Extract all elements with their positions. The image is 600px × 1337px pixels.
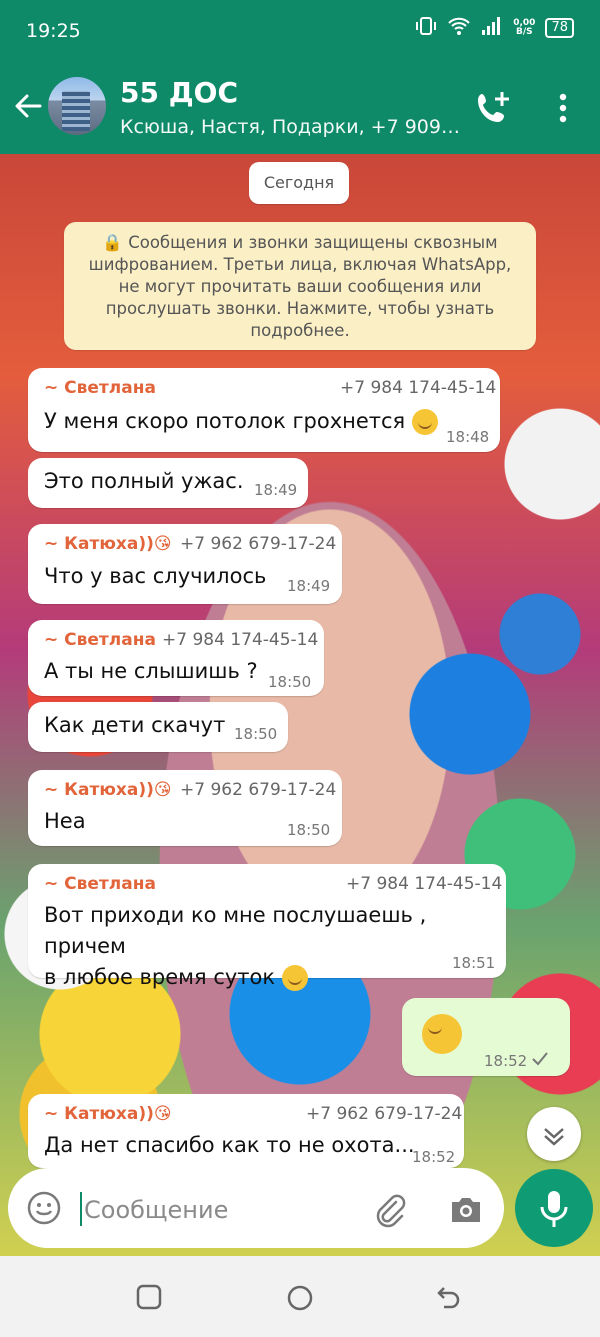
system-navigation-bar — [0, 1256, 600, 1337]
camera-icon[interactable] — [446, 1190, 486, 1230]
message-text-line: в любое время суток — [44, 965, 276, 989]
message-phone: +7 984 174-45-14 — [346, 874, 503, 894]
sent-check-icon — [532, 1052, 548, 1066]
message-bubble[interactable]: ~ Катюха))😘 +7 962 679-17-24 Что у вас с… — [28, 524, 342, 604]
message-text: Неа — [44, 809, 86, 833]
message-text: Да нет спасибо как то не охота... — [44, 1133, 415, 1157]
network-rate-unit: B/S — [516, 26, 533, 37]
message-bubble[interactable]: ~ Катюха))😘 +7 962 679-17-24 Да нет спас… — [28, 1094, 464, 1168]
message-time: 18:50 — [234, 725, 278, 743]
status-bar: 19:25 0,00 B/S 78 — [0, 0, 600, 62]
double-chevron-down-icon — [544, 1128, 564, 1146]
message-time: 18:49 — [254, 481, 298, 499]
chat-participants[interactable]: Ксюша, Настя, Подарки, +7 909… — [120, 116, 460, 138]
message-time: 18:48 — [446, 428, 490, 446]
message-bubble[interactable]: Это полный ужас. 18:49 — [28, 458, 308, 508]
message-bubble[interactable]: Как дети скачут 18:50 — [28, 702, 288, 752]
message-time: 18:51 — [452, 954, 496, 972]
chat-header: 55 ДОС Ксюша, Настя, Подарки, +7 909… — [0, 62, 600, 154]
message-bubble[interactable]: ~ Катюха))😘 +7 962 679-17-24 Неа 18:50 — [28, 770, 342, 846]
message-text: Вот приходи ко мне послушаешь , причем в … — [44, 900, 506, 993]
home-icon[interactable] — [286, 1284, 314, 1312]
message-text: А ты не слышишь ? — [44, 659, 258, 683]
emoji-icon — [411, 409, 438, 435]
message-sender[interactable]: ~ Катюха))😘 — [44, 1104, 172, 1124]
signal-icon — [481, 16, 503, 39]
message-composer — [8, 1168, 504, 1248]
message-bubble[interactable]: ~ Светлана +7 984 174-45-14 А ты не слыш… — [28, 620, 324, 696]
message-sender[interactable]: ~ Светлана — [44, 630, 156, 650]
voice-message-button[interactable] — [515, 1169, 593, 1247]
message-sender[interactable]: ~ Светлана — [44, 378, 156, 398]
message-time: 18:49 — [287, 577, 331, 595]
outgoing-message-bubble[interactable]: 18:52 — [402, 998, 570, 1076]
message-phone: +7 984 174-45-14 — [162, 630, 319, 650]
date-chip: Сегодня — [249, 162, 349, 204]
emoji-picker-icon[interactable] — [26, 1190, 62, 1226]
wifi-icon — [447, 16, 471, 39]
encryption-notice-text: Сообщения и звонки защищены сквозным шиф… — [88, 233, 512, 340]
network-rate: 0,00 B/S — [513, 18, 535, 37]
message-sender[interactable]: ~ Катюха))😘 — [44, 534, 172, 554]
message-phone: +7 962 679-17-24 — [306, 1104, 463, 1124]
message-text-line: Вот приходи ко мне послушаешь , причем — [44, 903, 427, 958]
add-call-icon[interactable] — [474, 88, 514, 128]
message-sender[interactable]: ~ Светлана — [44, 874, 156, 894]
message-text: У меня скоро потолок грохнется — [44, 406, 438, 437]
message-bubble[interactable]: ~ Светлана +7 984 174-45-14 У меня скоро… — [28, 368, 500, 452]
message-time: 18:52 — [412, 1148, 456, 1166]
message-text: Как дети скачут — [44, 713, 226, 737]
message-phone: +7 984 174-45-14 — [340, 378, 497, 398]
message-text-content: У меня скоро потолок грохнется — [44, 409, 406, 433]
message-sender[interactable]: ~ Катюха))😘 — [44, 780, 172, 800]
battery-indicator: 78 — [545, 17, 574, 38]
back-icon[interactable] — [436, 1284, 462, 1310]
message-text: Это полный ужас. — [44, 469, 244, 493]
message-time: 18:52 — [484, 1052, 528, 1070]
encryption-notice[interactable]: 🔒 Сообщения и звонки защищены сквозным ш… — [64, 222, 536, 350]
emoji-icon — [422, 1014, 462, 1054]
microphone-icon — [540, 1191, 568, 1227]
message-text: Что у вас случилось — [44, 564, 267, 588]
scroll-to-bottom-button[interactable] — [527, 1107, 581, 1161]
message-phone: +7 962 679-17-24 — [180, 534, 337, 554]
message-phone: +7 962 679-17-24 — [180, 780, 337, 800]
message-time: 18:50 — [287, 821, 331, 839]
vibrate-icon — [415, 16, 437, 39]
status-time: 19:25 — [26, 20, 81, 42]
message-input[interactable] — [82, 1188, 346, 1232]
back-arrow-icon[interactable] — [12, 90, 44, 122]
message-bubble[interactable]: ~ Светлана +7 984 174-45-14 Вот приходи … — [28, 864, 506, 991]
more-options-icon[interactable] — [550, 90, 576, 126]
lock-icon: 🔒 — [102, 233, 129, 252]
recent-apps-icon[interactable] — [136, 1284, 162, 1310]
chat-title[interactable]: 55 ДОС — [120, 76, 238, 109]
message-time: 18:50 — [268, 673, 312, 691]
attach-icon[interactable] — [370, 1190, 410, 1230]
group-avatar[interactable] — [48, 77, 106, 135]
emoji-icon — [281, 965, 308, 991]
